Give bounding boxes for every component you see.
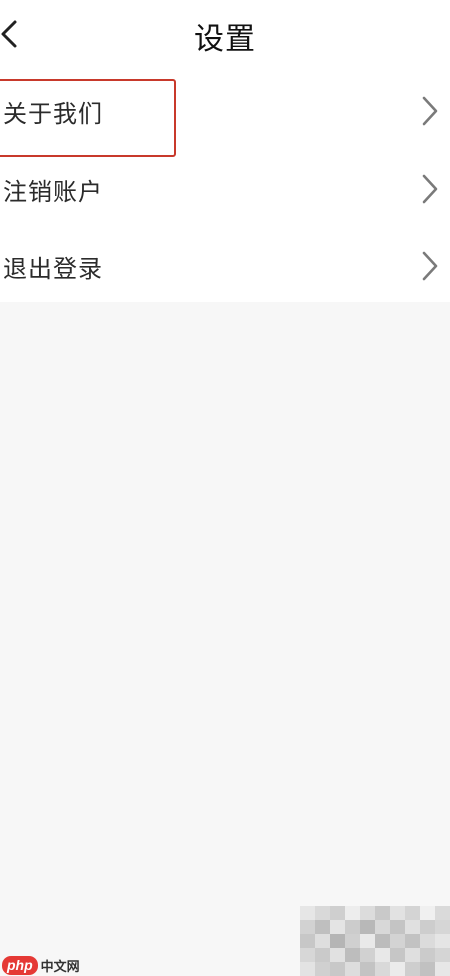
menu-item-label: 退出登录: [3, 254, 103, 283]
watermark-logo: php: [2, 955, 38, 975]
watermark-text: 中文网: [40, 959, 80, 975]
menu-item-label: 注销账户: [3, 177, 103, 206]
chevron-right-icon: [422, 174, 438, 204]
site-watermark: php 中文网: [2, 954, 80, 976]
menu-item-delete-account[interactable]: 注销账户: [0, 150, 450, 228]
page-title: 设置: [194, 22, 256, 57]
chevron-right-icon: [422, 96, 438, 126]
chevron-right-icon: [422, 251, 438, 281]
empty-content-area: [0, 302, 450, 976]
menu-item-about-us[interactable]: 关于我们: [0, 72, 450, 150]
settings-menu: 关于我们 注销账户 退出登录: [0, 72, 450, 304]
menu-item-label: 关于我们: [3, 99, 103, 128]
pixelated-watermark-area: [300, 906, 450, 976]
menu-item-logout[interactable]: 退出登录: [0, 228, 450, 304]
header-bar: 设置: [0, 0, 450, 72]
